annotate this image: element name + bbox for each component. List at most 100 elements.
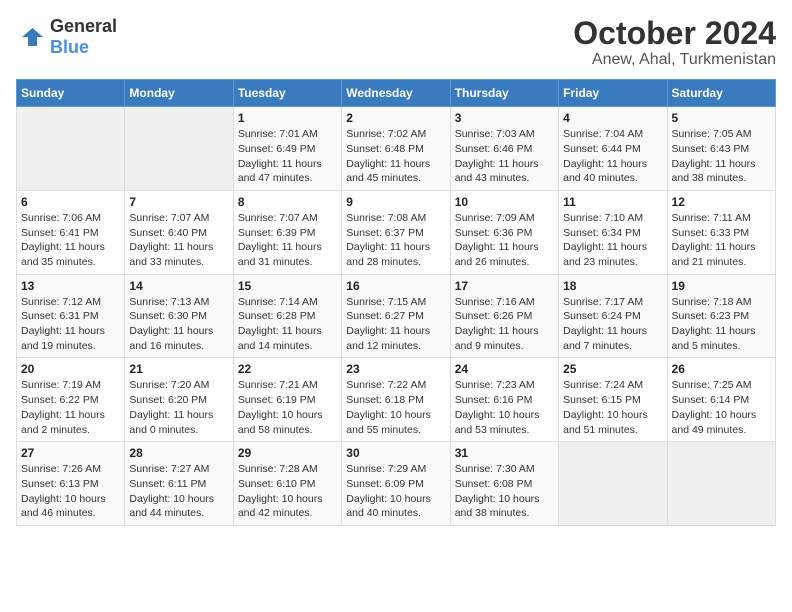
calendar-cell: 21 Sunrise: 7:20 AM Sunset: 6:20 PM Dayli… (125, 358, 233, 442)
calendar-cell: 31 Sunrise: 7:30 AM Sunset: 6:08 PM Dayli… (450, 442, 558, 526)
day-number: 21 (129, 362, 228, 376)
day-number: 27 (21, 446, 120, 460)
day-info: Sunrise: 7:13 AM Sunset: 6:30 PM Dayligh… (129, 295, 228, 354)
calendar-week: 20Sunrise: 7:19 AM Sunset: 6:22 PM Dayli… (17, 358, 776, 442)
day-info: Sunrise: 7:18 AM Sunset: 6:23 PM Dayligh… (672, 295, 771, 354)
calendar-cell: 29Sunrise: 7:28 AM Sunset: 6:10 PM Dayli… (233, 442, 341, 526)
day-info: Sunrise: 7:07 AM Sunset: 6:40 PM Dayligh… (129, 211, 228, 270)
day-info: Sunrise: 7:20 AM Sunset: 6:20 PM Dayligh… (129, 378, 228, 437)
day-info: Sunrise: 7:01 AM Sunset: 6:49 PM Dayligh… (238, 127, 337, 186)
day-number: 22 (238, 362, 337, 376)
day-info: Sunrise: 7:10 AM Sunset: 6:34 PM Dayligh… (563, 211, 662, 270)
calendar-cell: 3Sunrise: 7:03 AM Sunset: 6:46 PM Daylig… (450, 107, 558, 191)
calendar-week: 6 Sunrise: 7:06 AM Sunset: 6:41 PM Daylig… (17, 190, 776, 274)
calendar-cell: 25Sunrise: 7:24 AM Sunset: 6:15 PM Dayli… (559, 358, 667, 442)
day-number: 31 (455, 446, 554, 460)
day-number: 1 (238, 111, 337, 125)
calendar-cell (559, 442, 667, 526)
page-header: General Blue October 2024 Anew, Ahal, Tu… (16, 16, 776, 69)
calendar-cell: 10Sunrise: 7:09 AM Sunset: 6:36 PM Dayli… (450, 190, 558, 274)
calendar-cell: 13 Sunrise: 7:12 AM Sunset: 6:31 PM Dayli… (17, 274, 125, 358)
day-header: Tuesday (233, 80, 341, 107)
page-subtitle: Anew, Ahal, Turkmenistan (573, 51, 776, 69)
day-number: 3 (455, 111, 554, 125)
day-number: 28 (129, 446, 228, 460)
day-info: Sunrise: 7:26 AM Sunset: 6:13 PM Dayligh… (21, 462, 120, 521)
logo-blue: Blue (50, 37, 89, 57)
day-info: Sunrise: 7:30 AM Sunset: 6:08 PM Dayligh… (455, 462, 554, 521)
calendar-cell: 14 Sunrise: 7:13 AM Sunset: 6:30 PM Dayli… (125, 274, 233, 358)
day-info: Sunrise: 7:28 AM Sunset: 6:10 PM Dayligh… (238, 462, 337, 521)
day-info: Sunrise: 7:07 AM Sunset: 6:39 PM Dayligh… (238, 211, 337, 270)
day-number: 15 (238, 279, 337, 293)
day-number: 26 (672, 362, 771, 376)
day-number: 17 (455, 279, 554, 293)
day-info: Sunrise: 7:04 AM Sunset: 6:44 PM Dayligh… (563, 127, 662, 186)
day-number: 2 (346, 111, 445, 125)
day-number: 9 (346, 195, 445, 209)
calendar-cell: 20Sunrise: 7:19 AM Sunset: 6:22 PM Dayli… (17, 358, 125, 442)
day-info: Sunrise: 7:27 AM Sunset: 6:11 PM Dayligh… (129, 462, 228, 521)
logo: General Blue (16, 16, 117, 58)
calendar-cell: 19 Sunrise: 7:18 AM Sunset: 6:23 PM Dayli… (667, 274, 775, 358)
day-number: 7 (129, 195, 228, 209)
calendar-cell: 5 Sunrise: 7:05 AM Sunset: 6:43 PM Daylig… (667, 107, 775, 191)
calendar-week: 13 Sunrise: 7:12 AM Sunset: 6:31 PM Dayli… (17, 274, 776, 358)
day-info: Sunrise: 7:15 AM Sunset: 6:27 PM Dayligh… (346, 295, 445, 354)
day-header: Wednesday (342, 80, 450, 107)
day-number: 19 (672, 279, 771, 293)
logo-text: General Blue (50, 16, 117, 58)
calendar-cell: 26 Sunrise: 7:25 AM Sunset: 6:14 PM Dayli… (667, 358, 775, 442)
page-title: October 2024 (573, 16, 776, 51)
day-info: Sunrise: 7:14 AM Sunset: 6:28 PM Dayligh… (238, 295, 337, 354)
day-info: Sunrise: 7:29 AM Sunset: 6:09 PM Dayligh… (346, 462, 445, 521)
calendar-cell: 28 Sunrise: 7:27 AM Sunset: 6:11 PM Dayli… (125, 442, 233, 526)
day-header: Thursday (450, 80, 558, 107)
calendar-cell (125, 107, 233, 191)
day-number: 13 (21, 279, 120, 293)
day-header: Sunday (17, 80, 125, 107)
day-info: Sunrise: 7:16 AM Sunset: 6:26 PM Dayligh… (455, 295, 554, 354)
calendar-cell: 18 Sunrise: 7:17 AM Sunset: 6:24 PM Dayli… (559, 274, 667, 358)
title-block: October 2024 Anew, Ahal, Turkmenistan (573, 16, 776, 69)
day-number: 18 (563, 279, 662, 293)
day-info: Sunrise: 7:21 AM Sunset: 6:19 PM Dayligh… (238, 378, 337, 437)
calendar-cell: 15 Sunrise: 7:14 AM Sunset: 6:28 PM Dayli… (233, 274, 341, 358)
calendar-cell: 12Sunrise: 7:11 AM Sunset: 6:33 PM Dayli… (667, 190, 775, 274)
day-info: Sunrise: 7:19 AM Sunset: 6:22 PM Dayligh… (21, 378, 120, 437)
calendar-cell: 17 Sunrise: 7:16 AM Sunset: 6:26 PM Dayli… (450, 274, 558, 358)
calendar-cell: 30Sunrise: 7:29 AM Sunset: 6:09 PM Dayli… (342, 442, 450, 526)
day-info: Sunrise: 7:06 AM Sunset: 6:41 PM Dayligh… (21, 211, 120, 270)
calendar-cell: 22 Sunrise: 7:21 AM Sunset: 6:19 PM Dayli… (233, 358, 341, 442)
day-number: 4 (563, 111, 662, 125)
day-info: Sunrise: 7:17 AM Sunset: 6:24 PM Dayligh… (563, 295, 662, 354)
calendar-cell: 11Sunrise: 7:10 AM Sunset: 6:34 PM Dayli… (559, 190, 667, 274)
calendar-week: 1 Sunrise: 7:01 AM Sunset: 6:49 PM Daylig… (17, 107, 776, 191)
day-number: 14 (129, 279, 228, 293)
day-number: 6 (21, 195, 120, 209)
day-number: 23 (346, 362, 445, 376)
calendar-cell: 6 Sunrise: 7:06 AM Sunset: 6:41 PM Daylig… (17, 190, 125, 274)
calendar-week: 27 Sunrise: 7:26 AM Sunset: 6:13 PM Dayli… (17, 442, 776, 526)
day-header: Saturday (667, 80, 775, 107)
calendar-body: 1 Sunrise: 7:01 AM Sunset: 6:49 PM Daylig… (17, 107, 776, 526)
day-number: 5 (672, 111, 771, 125)
calendar-cell: 9Sunrise: 7:08 AM Sunset: 6:37 PM Daylig… (342, 190, 450, 274)
calendar-cell: 4 Sunrise: 7:04 AM Sunset: 6:44 PM Daylig… (559, 107, 667, 191)
calendar-cell: 23 Sunrise: 7:22 AM Sunset: 6:18 PM Dayli… (342, 358, 450, 442)
logo-general: General (50, 16, 117, 36)
calendar-header: SundayMondayTuesdayWednesdayThursdayFrid… (17, 80, 776, 107)
day-info: Sunrise: 7:24 AM Sunset: 6:15 PM Dayligh… (563, 378, 662, 437)
day-info: Sunrise: 7:22 AM Sunset: 6:18 PM Dayligh… (346, 378, 445, 437)
day-info: Sunrise: 7:23 AM Sunset: 6:16 PM Dayligh… (455, 378, 554, 437)
day-info: Sunrise: 7:05 AM Sunset: 6:43 PM Dayligh… (672, 127, 771, 186)
day-info: Sunrise: 7:12 AM Sunset: 6:31 PM Dayligh… (21, 295, 120, 354)
day-info: Sunrise: 7:25 AM Sunset: 6:14 PM Dayligh… (672, 378, 771, 437)
calendar-cell: 8Sunrise: 7:07 AM Sunset: 6:39 PM Daylig… (233, 190, 341, 274)
day-number: 16 (346, 279, 445, 293)
day-number: 24 (455, 362, 554, 376)
calendar-cell (17, 107, 125, 191)
calendar-cell: 24 Sunrise: 7:23 AM Sunset: 6:16 PM Dayli… (450, 358, 558, 442)
calendar-cell: 27 Sunrise: 7:26 AM Sunset: 6:13 PM Dayli… (17, 442, 125, 526)
calendar-table: SundayMondayTuesdayWednesdayThursdayFrid… (16, 79, 776, 526)
